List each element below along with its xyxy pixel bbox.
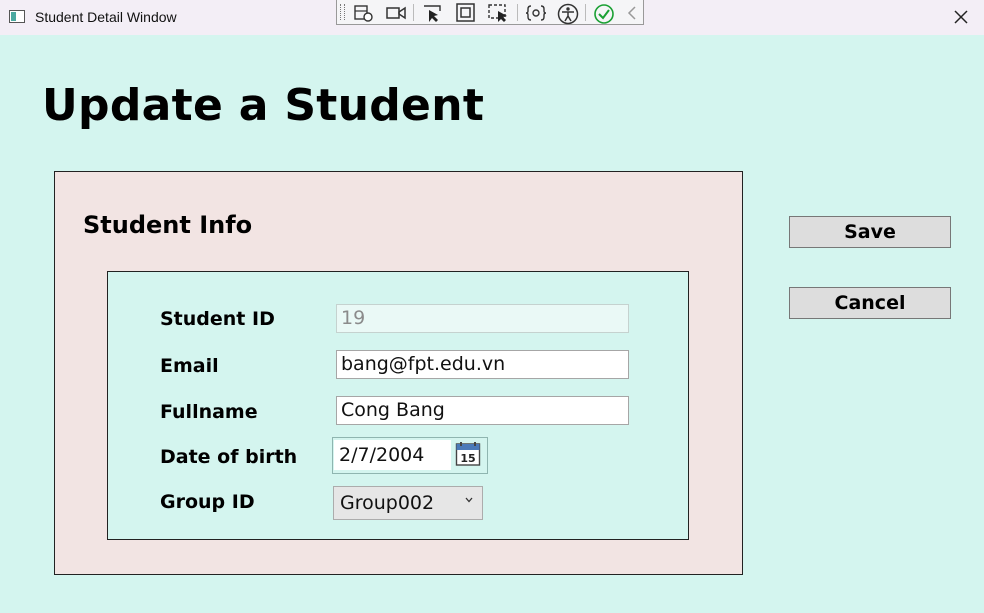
- date-picker[interactable]: 2/7/2004 15: [332, 437, 488, 474]
- title-bar: Student Detail Window: [0, 0, 984, 35]
- email-label: Email: [160, 355, 219, 377]
- group-id-value: Group002: [340, 492, 435, 514]
- collapse-chevron-icon[interactable]: [625, 3, 639, 23]
- dob-field[interactable]: 2/7/2004: [334, 440, 451, 470]
- app-window-icon: [9, 10, 25, 23]
- select-element-icon[interactable]: [353, 3, 375, 23]
- video-camera-icon[interactable]: [385, 3, 407, 23]
- calendar-icon[interactable]: 15: [455, 441, 481, 467]
- binding-icon[interactable]: [525, 3, 547, 23]
- group-id-label: Group ID: [160, 491, 255, 513]
- fullname-field[interactable]: Cong Bang: [336, 396, 629, 425]
- email-field[interactable]: bang@fpt.edu.vn: [336, 350, 629, 379]
- window-title: Student Detail Window: [35, 9, 177, 25]
- section-title: Student Info: [83, 211, 253, 239]
- cancel-button[interactable]: Cancel: [789, 287, 951, 319]
- accessibility-icon[interactable]: [557, 3, 579, 25]
- layout-adorner-icon[interactable]: [455, 3, 477, 23]
- checkmark-icon[interactable]: [593, 3, 615, 25]
- fullname-label: Fullname: [160, 401, 258, 423]
- debug-toolbar: [336, 0, 644, 25]
- student-id-label: Student ID: [160, 308, 275, 330]
- close-icon[interactable]: [948, 4, 974, 30]
- toolbar-separator: [413, 4, 414, 21]
- student-id-field: 19: [336, 304, 629, 333]
- toolbar-grip[interactable]: [340, 4, 345, 20]
- save-button[interactable]: Save: [789, 216, 951, 248]
- pointer-select-icon[interactable]: [422, 3, 444, 23]
- calendar-day-number: 15: [460, 452, 475, 465]
- chevron-down-icon: [465, 497, 473, 503]
- toolbar-separator: [585, 4, 586, 21]
- page-title: Update a Student: [42, 80, 485, 131]
- toolbar-separator: [517, 4, 518, 21]
- dob-label: Date of birth: [160, 446, 298, 468]
- track-focus-icon[interactable]: [487, 3, 511, 23]
- group-id-select[interactable]: Group002: [333, 486, 483, 520]
